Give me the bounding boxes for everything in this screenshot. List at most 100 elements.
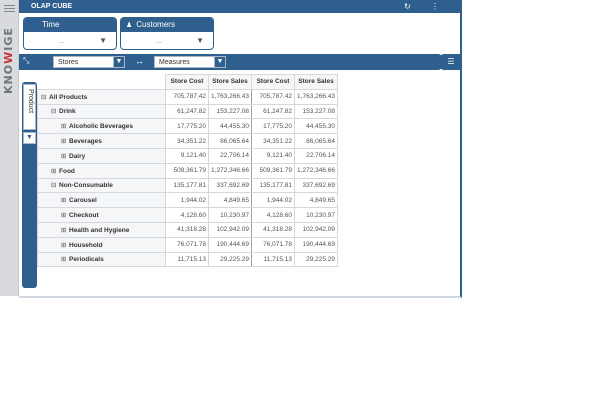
- table-cell: 135,177.81: [165, 177, 209, 194]
- table-cell: 4,849.65: [208, 192, 252, 209]
- table-cell: 17,775.20: [251, 118, 295, 135]
- row-label: Checkout: [69, 212, 99, 220]
- knowage-logo: KNOWIGE: [2, 27, 15, 94]
- row-header: ⊞ Household: [37, 236, 166, 253]
- table-row: ⊞ Periodicals 11,715.13 29,225.29 11,715.13 2…: [37, 251, 338, 268]
- table-header-row: Store Cost Store Sales Store Cost Store …: [37, 74, 338, 90]
- row-label: Alcoholic Beverages: [69, 123, 133, 131]
- table-row: ⊞ Dairy 9,121.40 22,706.14 9,121.40 22,706.14: [37, 147, 338, 164]
- table-cell: 10,230.97: [294, 207, 338, 223]
- sidebar-menu-button[interactable]: ☰: [440, 54, 462, 70]
- hamburger-menu-icon[interactable]: [4, 5, 15, 14]
- table-cell: 86,065.64: [208, 133, 252, 149]
- row-header: ⊞ Beverages: [37, 133, 166, 149]
- filter-card-header: Time: [24, 18, 116, 32]
- window-title: OLAP CUBE: [31, 3, 73, 10]
- row-label: Household: [69, 241, 103, 249]
- axis-chip-label: Stores: [58, 59, 79, 66]
- column-header[interactable]: Store Sales: [208, 74, 252, 90]
- row-label: Non-Consumable: [59, 182, 113, 190]
- expand-icon[interactable]: ⊞: [61, 211, 67, 219]
- table-cell: 29,225.29: [294, 251, 338, 268]
- filter-card-time[interactable]: Time ... ▼: [23, 17, 117, 50]
- table-cell: 190,444.69: [294, 236, 338, 253]
- column-header[interactable]: Store Sales: [294, 74, 338, 90]
- table-cell: 102,942.09: [294, 221, 338, 238]
- table-cell: 705,787.42: [165, 88, 209, 105]
- filter-icon[interactable]: ▼: [23, 132, 36, 144]
- filter-icon[interactable]: ▼: [214, 56, 226, 68]
- filter-label-time: Time: [42, 20, 60, 29]
- row-label: Carousel: [69, 197, 97, 205]
- table-cell: 153,227.08: [208, 103, 252, 120]
- collapse-icon[interactable]: ⊟: [41, 93, 47, 101]
- column-header[interactable]: Store Cost: [165, 74, 209, 90]
- refresh-icon[interactable]: ↻: [404, 2, 411, 11]
- table-cell: 22,706.14: [294, 147, 338, 164]
- table-cell: 135,177.81: [251, 177, 295, 194]
- table-row: ⊟ Non-Consumable 135,177.81 337,692.69 135,1…: [37, 177, 338, 194]
- column-axis-chip-stores[interactable]: Stores ▼: [53, 56, 125, 68]
- table-row: ⊟ Drink 61,247.82 153,227.08 61,247.82 153,22…: [37, 103, 338, 120]
- table-cell: 509,361.79: [251, 162, 295, 179]
- table-row: ⊞ Alcoholic Beverages 17,775.20 44,455.30 17…: [37, 118, 338, 135]
- table-cell: 337,692.69: [294, 177, 338, 194]
- table-row: ⊞ Household 76,071.78 190,444.69 76,071.78 19…: [37, 236, 338, 253]
- row-header: ⊞ Dairy: [37, 147, 166, 164]
- table-cell: 17,775.20: [165, 118, 209, 135]
- row-header: ⊞ Checkout: [37, 207, 166, 223]
- table-cell: 11,715.13: [165, 251, 209, 268]
- filter-card-header: ♟ Customers: [121, 18, 213, 32]
- filter-card-customers[interactable]: ♟ Customers ... ▼: [120, 17, 214, 50]
- row-label: Drink: [59, 108, 76, 116]
- table-cell: 4,128.60: [251, 207, 295, 223]
- table-corner: [37, 74, 166, 90]
- row-header: ⊞ Alcoholic Beverages: [37, 118, 166, 135]
- filter-icon[interactable]: ▼: [113, 56, 125, 68]
- more-options-icon[interactable]: ⋮: [431, 2, 439, 11]
- table-cell: 76,071.78: [165, 236, 209, 253]
- row-header: ⊟ Drink: [37, 103, 166, 120]
- table-cell: 1,944.02: [251, 192, 295, 209]
- table-cell: 34,351.22: [165, 133, 209, 149]
- swap-axes-icon[interactable]: ⤡: [23, 56, 29, 66]
- filter-icon[interactable]: ▼: [196, 36, 204, 45]
- table-cell: 34,351.22: [251, 133, 295, 149]
- row-label: Health and Hygiene: [69, 226, 130, 234]
- table-row: ⊞ Beverages 34,351.22 86,065.64 34,351.22 86,…: [37, 133, 338, 149]
- pivot-table: Store Cost Store Sales Store Cost Store …: [37, 74, 338, 268]
- table-cell: 153,227.08: [294, 103, 338, 120]
- table-row: ⊞ Health and Hygiene 41,318.28 102,942.09 41…: [37, 221, 338, 238]
- expand-icon[interactable]: ⊞: [61, 241, 67, 249]
- filter-label-customers: Customers: [136, 20, 175, 29]
- column-header[interactable]: Store Cost: [251, 74, 295, 90]
- table-cell: 10,230.97: [208, 207, 252, 223]
- column-axis-chip-measures[interactable]: Measures ▼: [154, 56, 226, 68]
- table-cell: 22,706.14: [208, 147, 252, 164]
- expand-icon[interactable]: ⊞: [61, 255, 67, 263]
- table-cell: 76,071.78: [251, 236, 295, 253]
- expand-icon[interactable]: ⊞: [61, 196, 67, 204]
- collapse-icon[interactable]: ⊟: [51, 181, 57, 189]
- table-row: ⊟ All Products 705,787.42 1,763,266.43 705,7…: [37, 88, 338, 105]
- table-cell: 29,225.29: [208, 251, 252, 268]
- row-label: Food: [59, 167, 75, 175]
- row-header: ⊞ Periodicals: [37, 251, 166, 268]
- swap-icon[interactable]: ↔: [135, 56, 144, 66]
- expand-icon[interactable]: ⊞: [61, 122, 67, 130]
- expand-icon[interactable]: ⊞: [61, 226, 67, 234]
- table-cell: 337,692.69: [208, 177, 252, 194]
- filter-icon[interactable]: ▼: [99, 36, 107, 45]
- axis-chip-label: Measures: [159, 59, 190, 66]
- collapse-icon[interactable]: ⊟: [51, 107, 57, 115]
- row-axis-chip-product[interactable]: Product: [23, 84, 36, 130]
- brand-sidebar: KNOWIGE: [0, 0, 19, 296]
- table-cell: 44,455.30: [294, 118, 338, 135]
- table-row: ⊞ Food 509,361.79 1,272,346.66 509,361.79 1,2…: [37, 162, 338, 179]
- expand-icon[interactable]: ⊞: [61, 152, 67, 160]
- expand-icon[interactable]: ⊞: [61, 137, 67, 145]
- row-label: Beverages: [69, 138, 102, 146]
- expand-icon[interactable]: ⊞: [51, 167, 57, 175]
- column-axis-bar: ⤡ Stores ▼ ↔ Measures ▼: [19, 54, 442, 70]
- filter-value-time: ...: [59, 38, 65, 45]
